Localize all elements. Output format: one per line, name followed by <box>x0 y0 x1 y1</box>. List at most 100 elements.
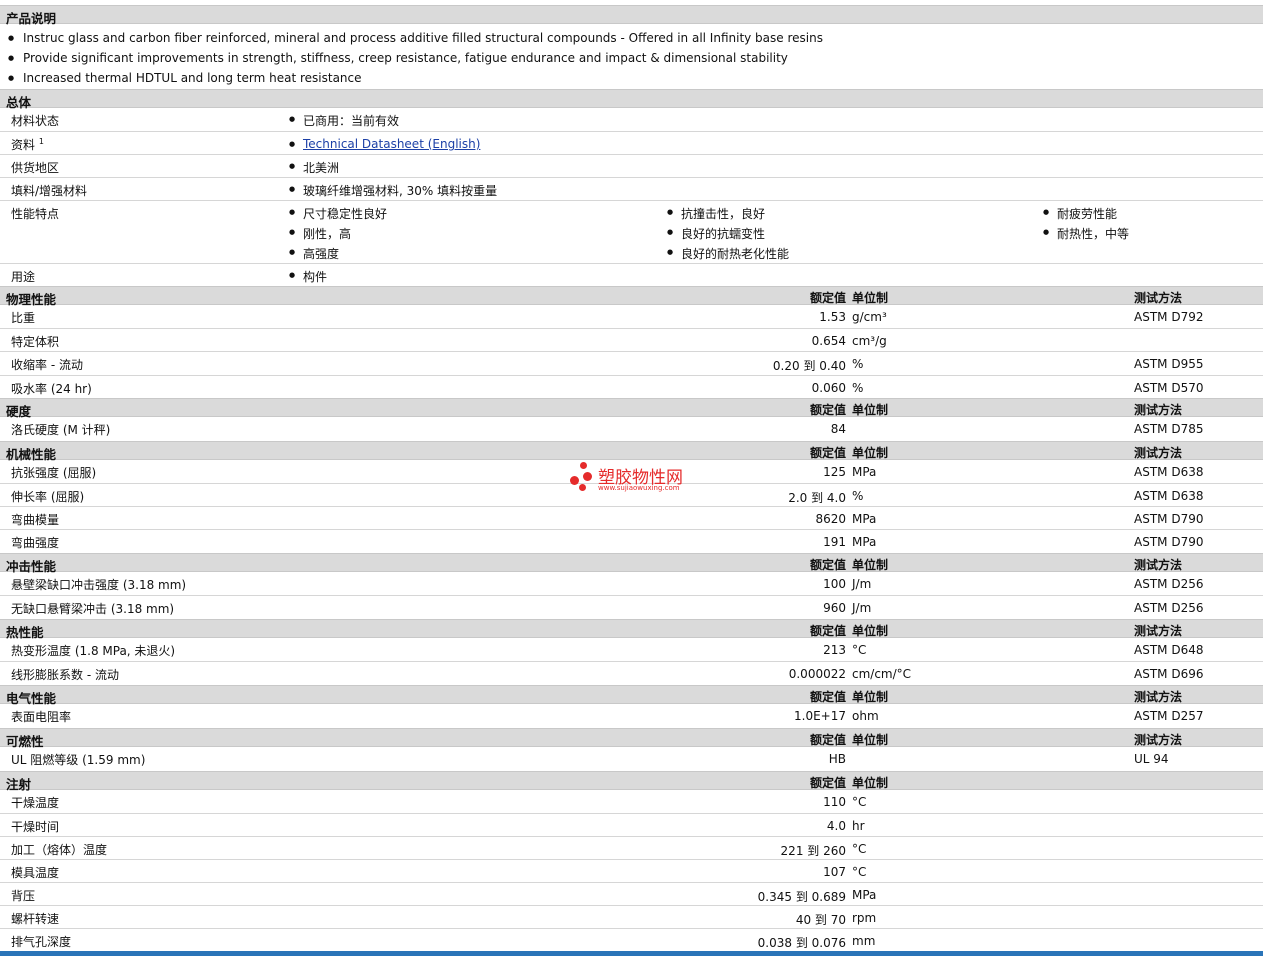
row-value: 100 <box>823 577 846 591</box>
list-item: Provide significant improvements in stre… <box>8 51 788 65</box>
row-value: 960 <box>823 601 846 615</box>
row-unit: J/m <box>852 601 872 615</box>
row-method: ASTM D648 <box>1134 643 1204 657</box>
row-value: 0.060 <box>811 381 846 395</box>
table-row: 干燥时间 4.0 hr <box>0 814 1263 837</box>
row-method: ASTM D638 <box>1134 489 1204 503</box>
feature-item: 耐疲劳性能 <box>1043 205 1117 222</box>
row-method: ASTM D790 <box>1134 535 1204 549</box>
row-label: 螺杆转速 <box>11 912 60 926</box>
table-row: 比重 1.53 g/cm³ ASTM D792 <box>0 305 1263 329</box>
row-label: 性能特点 <box>11 207 60 221</box>
row-unit: mm <box>852 934 876 948</box>
datasheet-link[interactable]: Technical Datasheet (English) <box>303 137 480 151</box>
row-unit: °C <box>852 643 867 657</box>
row-label: 供货地区 <box>11 161 60 175</box>
table-row: 洛氏硬度 (M 计秤) 84 ASTM D785 <box>0 417 1263 441</box>
method-header: 测试方法 <box>1134 291 1183 305</box>
row-label: 线形膨胀系数 - 流动 <box>11 668 119 682</box>
feature-item: 尺寸稳定性良好 <box>289 205 387 222</box>
section-thermal-header: 热性能 额定值 单位制 测试方法 <box>0 619 1263 640</box>
section-title: 产品说明 <box>6 11 57 26</box>
row-method: ASTM D570 <box>1134 381 1204 395</box>
row-label: 加工（熔体）温度 <box>11 843 108 857</box>
row-unit: cm³/g <box>852 334 887 348</box>
row-method: ASTM D792 <box>1134 310 1204 324</box>
row-label: 吸水率 (24 hr) <box>11 382 92 396</box>
unit-header: 单位制 <box>852 733 889 747</box>
footnote-marker: 1 <box>38 137 44 146</box>
unit-header: 单位制 <box>852 624 889 638</box>
row-value: 1.53 <box>819 310 846 324</box>
section-flammability-header: 可燃性 额定值 单位制 测试方法 <box>0 728 1263 749</box>
row-value: 84 <box>830 422 846 436</box>
row-value: 8620 <box>815 512 846 526</box>
row-value: 110 <box>823 795 846 809</box>
row-value: 213 <box>823 643 846 657</box>
table-row: UL 阻燃等级 (1.59 mm) HB UL 94 <box>0 747 1263 771</box>
table-row: 性能特点 尺寸稳定性良好 刚性，高 高强度 抗撞击性，良好 良好的抗蠕变性 良好… <box>0 201 1263 264</box>
row-value: 1.0E+17 <box>794 709 846 723</box>
section-electrical-header: 电气性能 额定值 单位制 测试方法 <box>0 685 1263 706</box>
row-method: ASTM D638 <box>1134 465 1204 479</box>
feature-item: 抗撞击性，良好 <box>667 205 765 222</box>
method-header: 测试方法 <box>1134 690 1183 704</box>
section-physical-header: 物理性能 额定值 单位制 测试方法 <box>0 286 1263 307</box>
row-method: ASTM D256 <box>1134 601 1204 615</box>
table-row: 供货地区 北美洲 <box>0 155 1263 178</box>
row-label: 收缩率 - 流动 <box>11 358 83 372</box>
unit-header: 单位制 <box>852 403 889 417</box>
row-unit: ohm <box>852 709 879 723</box>
bottom-bar <box>0 951 1263 956</box>
row-label: 填料/增强材料 <box>11 184 88 198</box>
row-label: 排气孔深度 <box>11 935 72 949</box>
table-row: 收缩率 - 流动 0.20 到 0.40 % ASTM D955 <box>0 352 1263 376</box>
nominal-header: 额定值 <box>809 446 846 460</box>
nominal-header: 额定值 <box>809 690 846 704</box>
row-value: 构件 <box>289 268 327 285</box>
feature-item: 耐热性，中等 <box>1043 225 1129 242</box>
unit-header: 单位制 <box>852 446 889 460</box>
row-method: ASTM D696 <box>1134 667 1204 681</box>
row-value: 北美洲 <box>289 159 339 176</box>
row-unit: hr <box>852 819 865 833</box>
row-unit: % <box>852 489 864 503</box>
row-unit: g/cm³ <box>852 310 887 324</box>
row-value: 2.0 到 4.0 <box>788 491 846 505</box>
watermark-url: www.sujiaowuxing.com <box>598 484 680 492</box>
row-value: 107 <box>823 865 846 879</box>
row-unit: °C <box>852 842 867 856</box>
row-method: ASTM D955 <box>1134 357 1204 371</box>
method-header: 测试方法 <box>1134 624 1183 638</box>
nominal-header: 额定值 <box>809 733 846 747</box>
row-value: 0.038 到 0.076 <box>757 936 846 950</box>
method-header: 测试方法 <box>1134 733 1183 747</box>
table-row: 螺杆转速 40 到 70 rpm <box>0 906 1263 929</box>
row-unit: % <box>852 357 864 371</box>
row-value: 已商用：当前有效 <box>289 112 399 129</box>
unit-header: 单位制 <box>852 291 889 305</box>
row-unit: rpm <box>852 911 877 925</box>
table-row: 用途 构件 <box>0 264 1263 286</box>
table-row: 资料 1 Technical Datasheet (English) <box>0 132 1263 155</box>
row-label: 伸长率 (屈服) <box>11 490 85 504</box>
nominal-header: 额定值 <box>809 624 846 638</box>
table-row: 线形膨胀系数 - 流动 0.000022 cm/cm/°C ASTM D696 <box>0 662 1263 685</box>
table-row: 无缺口悬臂梁冲击 (3.18 mm) 960 J/m ASTM D256 <box>0 596 1263 619</box>
section-hardness-header: 硬度 额定值 单位制 测试方法 <box>0 398 1263 419</box>
row-unit: MPa <box>852 512 877 526</box>
row-method: ASTM D785 <box>1134 422 1204 436</box>
nominal-header: 额定值 <box>809 558 846 572</box>
row-value: 0.000022 <box>788 667 846 681</box>
row-value: 125 <box>823 465 846 479</box>
row-method: ASTM D257 <box>1134 709 1204 723</box>
row-label: 材料状态 <box>11 114 60 128</box>
row-unit: MPa <box>852 535 877 549</box>
table-row: 模具温度 107 °C <box>0 860 1263 883</box>
row-value: 40 到 70 <box>795 913 846 927</box>
row-label: 用途 <box>11 270 36 284</box>
row-label: UL 阻燃等级 (1.59 mm) <box>11 753 146 767</box>
row-label: 干燥时间 <box>11 820 60 834</box>
row-label: 干燥温度 <box>11 796 60 810</box>
table-row: 排气孔深度 0.038 到 0.076 mm <box>0 929 1263 951</box>
